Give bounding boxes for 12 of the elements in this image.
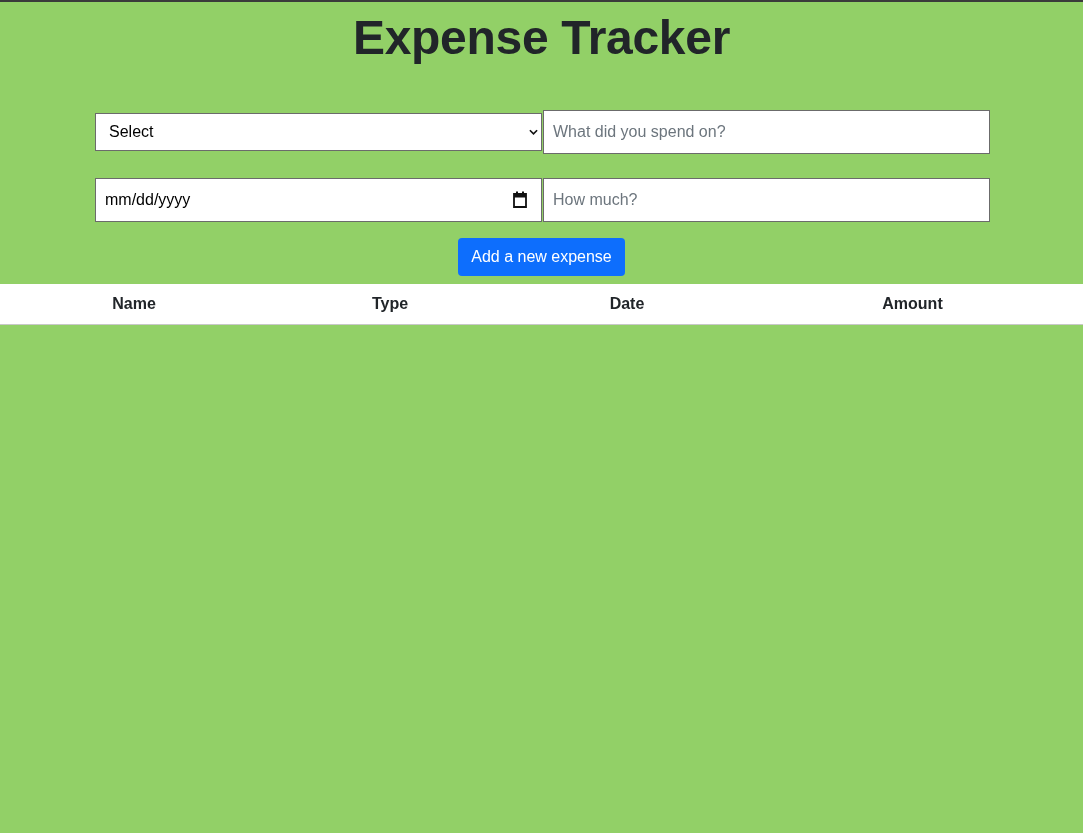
page-title: Expense Tracker — [352, 10, 731, 66]
column-header: Date — [609, 294, 645, 313]
date-input[interactable]: mm/dd/yyyy — [95, 177, 542, 222]
column-header: Amount — [882, 294, 943, 313]
type-select[interactable]: Select — [95, 112, 542, 151]
name-input[interactable]: What did you spend on? — [543, 109, 990, 154]
column-header: Type — [371, 294, 409, 313]
add-expense-button[interactable]: Add a new expense — [458, 237, 625, 276]
calendar-icon[interactable] — [512, 191, 528, 209]
amount-input[interactable]: How much? — [543, 177, 990, 222]
caret-icon — [529, 128, 538, 135]
column-header: Name — [112, 294, 156, 313]
